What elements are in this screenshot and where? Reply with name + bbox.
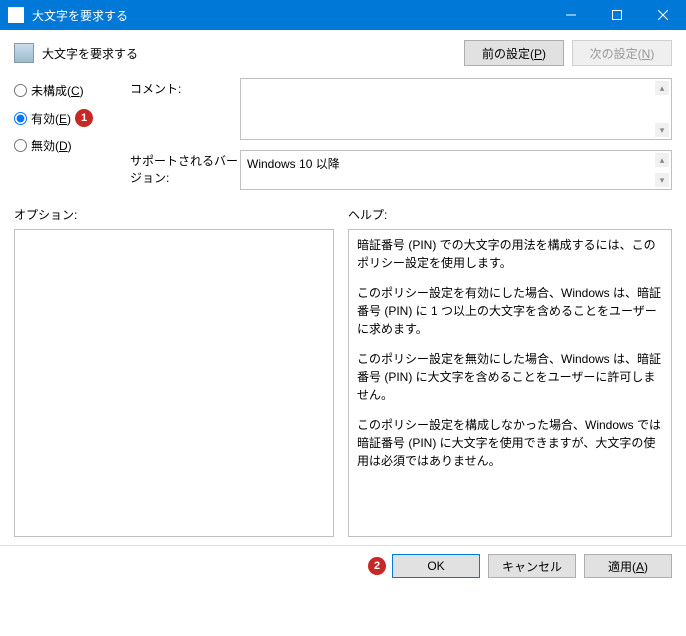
support-row: サポートされるバージョン: Windows 10 以降 ▴ ▾ bbox=[130, 150, 672, 190]
radio-disabled-label: 無効(D) bbox=[31, 137, 72, 154]
apply-button[interactable]: 適用(A) bbox=[584, 554, 672, 578]
help-label: ヘルプ: bbox=[348, 206, 672, 223]
support-label: サポートされるバージョン: bbox=[130, 150, 240, 190]
help-text: このポリシー設定を構成しなかった場合、Windows では暗証番号 (PIN) … bbox=[357, 416, 663, 470]
radio-enabled[interactable]: 有効(E) 1 bbox=[14, 109, 120, 127]
radio-not-configured[interactable]: 未構成(C) bbox=[14, 82, 120, 99]
comment-row: コメント: ▴ ▾ bbox=[130, 78, 672, 140]
scroll-up-icon[interactable]: ▴ bbox=[655, 81, 669, 95]
window-controls bbox=[548, 0, 686, 30]
options-box[interactable] bbox=[14, 229, 334, 537]
radio-disabled[interactable]: 無効(D) bbox=[14, 137, 120, 154]
close-button[interactable] bbox=[640, 0, 686, 30]
support-value-box: Windows 10 以降 ▴ ▾ bbox=[240, 150, 672, 190]
options-column: オプション: bbox=[14, 206, 334, 537]
help-text: このポリシー設定を無効にした場合、Windows は、暗証番号 (PIN) に大… bbox=[357, 350, 663, 404]
policy-title: 大文字を要求する bbox=[42, 45, 456, 62]
policy-icon bbox=[14, 43, 34, 63]
app-icon bbox=[8, 7, 24, 23]
help-column: ヘルプ: 暗証番号 (PIN) での大文字の用法を構成するには、このポリシー設定… bbox=[348, 206, 672, 537]
radio-enabled-label: 有効(E) bbox=[31, 110, 71, 127]
radio-not-configured-input[interactable] bbox=[14, 84, 27, 97]
maximize-button[interactable] bbox=[594, 0, 640, 30]
lower-panels: オプション: ヘルプ: 暗証番号 (PIN) での大文字の用法を構成するには、こ… bbox=[14, 206, 672, 537]
scroll-down-icon[interactable]: ▾ bbox=[655, 123, 669, 137]
header-row: 大文字を要求する 前の設定(P) 次の設定(N) bbox=[14, 40, 672, 66]
radio-not-configured-label: 未構成(C) bbox=[31, 82, 84, 99]
comment-input[interactable]: ▴ ▾ bbox=[240, 78, 672, 140]
annotation-marker-2: 2 bbox=[368, 557, 386, 575]
titlebar: 大文字を要求する bbox=[0, 0, 686, 30]
help-text: このポリシー設定を有効にした場合、Windows は、暗証番号 (PIN) に … bbox=[357, 284, 663, 338]
footer: 2 OK キャンセル 適用(A) bbox=[0, 545, 686, 586]
cancel-button[interactable]: キャンセル bbox=[488, 554, 576, 578]
radio-disabled-input[interactable] bbox=[14, 139, 27, 152]
radio-enabled-input[interactable] bbox=[14, 112, 27, 125]
help-box: 暗証番号 (PIN) での大文字の用法を構成するには、このポリシー設定を使用しま… bbox=[348, 229, 672, 537]
content-area: 大文字を要求する 前の設定(P) 次の設定(N) 未構成(C) 有効(E) 1 … bbox=[0, 30, 686, 545]
annotation-marker-1: 1 bbox=[75, 109, 93, 127]
scroll-up-icon[interactable]: ▴ bbox=[655, 153, 669, 167]
support-value: Windows 10 以降 bbox=[247, 157, 340, 171]
help-text: 暗証番号 (PIN) での大文字の用法を構成するには、このポリシー設定を使用しま… bbox=[357, 236, 663, 272]
fields-column: コメント: ▴ ▾ サポートされるバージョン: Windows 10 以降 ▴ … bbox=[130, 78, 672, 200]
next-setting-button[interactable]: 次の設定(N) bbox=[572, 40, 672, 66]
comment-label: コメント: bbox=[130, 78, 240, 140]
radio-group: 未構成(C) 有効(E) 1 無効(D) bbox=[14, 78, 120, 200]
ok-button[interactable]: OK bbox=[392, 554, 480, 578]
minimize-button[interactable] bbox=[548, 0, 594, 30]
main-grid: 未構成(C) 有効(E) 1 無効(D) コメント: ▴ ▾ サポートされ bbox=[14, 78, 672, 200]
scroll-down-icon[interactable]: ▾ bbox=[655, 173, 669, 187]
options-label: オプション: bbox=[14, 206, 334, 223]
window-title: 大文字を要求する bbox=[32, 7, 548, 24]
previous-setting-button[interactable]: 前の設定(P) bbox=[464, 40, 564, 66]
